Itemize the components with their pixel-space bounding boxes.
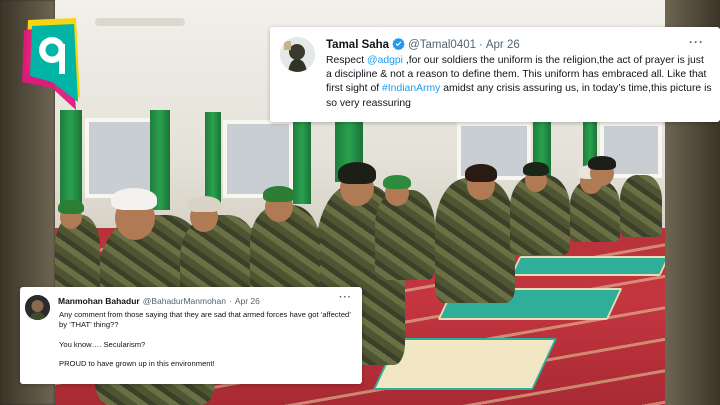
tweet-text: Any comment from those saying that they … [59, 310, 355, 369]
tweet-header: Tamal Saha @Tamal0401 · Apr 26 [326, 37, 520, 53]
soldier [620, 175, 662, 237]
mention-link[interactable]: @adgpi [367, 55, 403, 66]
author-handle[interactable]: @Tamal0401 [408, 39, 476, 51]
user-photo-icon [280, 37, 315, 72]
author-name[interactable]: Tamal Saha [326, 39, 389, 51]
quint-logo [18, 10, 88, 118]
curtain [205, 112, 221, 204]
tweet-date[interactable]: Apr 26 [235, 296, 260, 306]
author-name[interactable]: Manmohan Bahadur [58, 296, 140, 306]
more-options-icon[interactable]: ··· [689, 35, 704, 49]
separator: · [479, 39, 483, 51]
verified-badge-icon [392, 37, 405, 53]
window [85, 118, 157, 198]
separator: · [229, 296, 232, 306]
soldier [375, 190, 435, 280]
more-options-icon[interactable]: ··· [339, 292, 352, 303]
tweet-text: Respect @adgpi ,for our soldiers the uni… [326, 55, 712, 109]
tweet-line: Any comment from those saying that they … [59, 310, 351, 330]
tweet-header: Manmohan Bahadur @BahadurManmohan · Apr … [58, 296, 260, 306]
author-handle[interactable]: @BahadurManmohan [143, 296, 226, 306]
tweet-date[interactable]: Apr 26 [486, 39, 520, 51]
user-photo-icon [25, 295, 50, 320]
tweet-card-main[interactable]: Tamal Saha @Tamal0401 · Apr 26 ··· Respe… [270, 27, 720, 122]
tweet-card-reply[interactable]: Manmohan Bahadur @BahadurManmohan · Apr … [20, 287, 362, 384]
tweet-line: You know…. Secularism? [59, 339, 146, 349]
quint-logo-mark [22, 18, 80, 110]
soldier [55, 215, 100, 295]
prayer-mat [510, 256, 665, 276]
curtain [60, 110, 82, 210]
ceiling-fan [95, 18, 185, 26]
avatar[interactable] [280, 37, 315, 72]
avatar[interactable] [25, 295, 50, 320]
tweet-line: PROUD to have grown up in this environme… [59, 358, 215, 368]
hashtag-link[interactable]: #IndianArmy [382, 83, 440, 94]
curtain [293, 112, 311, 204]
